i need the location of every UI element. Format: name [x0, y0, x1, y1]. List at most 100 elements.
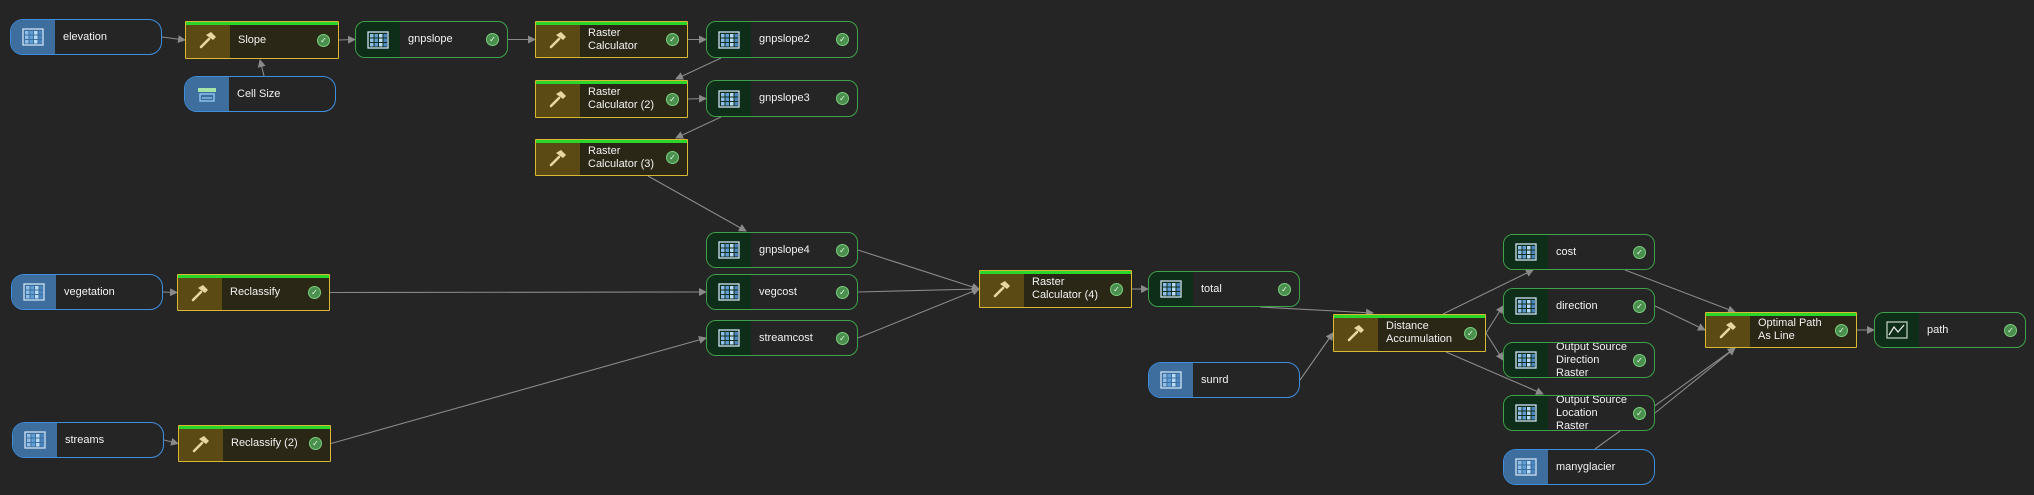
- connector-direction-to-optpath[interactable]: [1654, 305, 1706, 331]
- connector-vegetation-to-reclassify[interactable]: [162, 288, 178, 297]
- node-label: Slope: [238, 33, 267, 46]
- check-circle-icon: ✓: [1633, 353, 1646, 367]
- node-gnpslope3[interactable]: gnpslope3 ✓: [706, 80, 858, 117]
- node-label: vegetation: [64, 285, 115, 298]
- connector-cellsize-to-slope[interactable]: [257, 59, 266, 77]
- connector-distacc-to-osdr[interactable]: [1485, 332, 1504, 361]
- node-rc3[interactable]: Raster Calculator (3) ✓: [535, 139, 688, 176]
- node-label: Reclassify (2): [231, 437, 298, 449]
- node-gnpslope2[interactable]: gnpslope2 ✓: [706, 21, 858, 58]
- check-circle-icon: ✓: [836, 243, 849, 257]
- node-streamcost[interactable]: streamcost ✓: [706, 320, 858, 356]
- raster-dataset-icon: [707, 81, 751, 116]
- node-distacc[interactable]: Distance Accumulation ✓: [1333, 314, 1486, 352]
- check-circle-icon: ✓: [1835, 323, 1848, 337]
- node-osdr[interactable]: Output Source Direction Raster ✓: [1503, 342, 1655, 378]
- raster-dataset-icon: [12, 275, 56, 309]
- connector-vegcost-to-rc4[interactable]: [857, 285, 980, 294]
- node-optpath[interactable]: Optimal Path As Line ✓: [1705, 312, 1857, 348]
- connector-rc2-to-gnpslope3[interactable]: [687, 94, 707, 103]
- node-label: Output Source Location Raster: [1556, 395, 1627, 431]
- node-vegcost[interactable]: vegcost ✓: [706, 274, 858, 310]
- node-label: direction: [1556, 299, 1598, 312]
- node-vegetation[interactable]: vegetation: [11, 274, 163, 310]
- connector-oslr-to-optpath[interactable]: [1654, 347, 1736, 414]
- node-label: gnpslope2: [759, 33, 810, 45]
- node-direction[interactable]: direction ✓: [1503, 288, 1655, 324]
- connector-slope-to-gnpslope[interactable]: [338, 35, 356, 44]
- node-label: streamcost: [759, 331, 813, 344]
- check-circle-icon: ✓: [836, 285, 849, 299]
- node-cellsize[interactable]: Cell Size: [184, 76, 336, 112]
- raster-dataset-icon: [1149, 272, 1193, 306]
- node-label: Reclassify: [230, 286, 281, 298]
- node-rc1[interactable]: Raster Calculator ✓: [535, 21, 688, 58]
- connector-total-to-distacc[interactable]: [1259, 306, 1374, 317]
- connector-streams-to-reclassify2[interactable]: [163, 437, 179, 446]
- connector-sunrd-to-distacc[interactable]: [1299, 332, 1334, 381]
- node-slope[interactable]: Slope ✓: [185, 21, 339, 59]
- hammer-tool-icon: [1706, 313, 1750, 347]
- node-label: total: [1201, 282, 1222, 295]
- node-total[interactable]: total ✓: [1148, 271, 1300, 307]
- node-cost[interactable]: cost ✓: [1503, 234, 1655, 270]
- check-circle-icon: ✓: [1110, 282, 1123, 296]
- node-gnpslope4[interactable]: gnpslope4 ✓: [706, 232, 858, 268]
- node-gnpslope[interactable]: gnpslope ✓: [355, 21, 508, 58]
- node-rc2[interactable]: Raster Calculator (2) ✓: [535, 80, 688, 118]
- check-circle-icon: ✓: [1633, 245, 1646, 259]
- node-path[interactable]: path ✓: [1874, 312, 2026, 348]
- check-circle-icon: ✓: [666, 92, 679, 106]
- hammer-tool-icon: [980, 271, 1024, 307]
- hammer-tool-icon: [186, 22, 230, 58]
- check-circle-icon: ✓: [2004, 323, 2017, 337]
- polyline-feature-icon: [1875, 313, 1919, 347]
- node-label: Raster Calculator (2): [588, 86, 655, 111]
- check-circle-icon: ✓: [836, 33, 849, 46]
- node-label: Optimal Path As Line: [1758, 317, 1822, 342]
- connector-elevation-to-slope[interactable]: [161, 35, 186, 44]
- connector-distacc-to-direction[interactable]: [1485, 305, 1504, 334]
- check-circle-icon: ✓: [486, 33, 499, 46]
- node-reclassify[interactable]: Reclassify ✓: [177, 274, 330, 311]
- node-label: path: [1927, 323, 1949, 336]
- node-rc4[interactable]: Raster Calculator (4) ✓: [979, 270, 1132, 308]
- node-label: manyglacier: [1556, 460, 1616, 473]
- hammer-tool-icon: [179, 426, 223, 461]
- connector-rc3-to-gnpslope4[interactable]: [647, 175, 747, 232]
- node-reclassify2[interactable]: Reclassify (2) ✓: [178, 425, 331, 462]
- connector-streamcost-to-rc4[interactable]: [857, 287, 980, 339]
- node-label: Raster Calculator: [588, 26, 638, 52]
- node-sunrd[interactable]: sunrd: [1148, 362, 1300, 398]
- node-label: gnpslope4: [759, 243, 810, 256]
- hammer-tool-icon: [1334, 315, 1378, 351]
- model-canvas[interactable]: elevation Slope ✓ gnpslope ✓ Raster Calculato…: [0, 0, 2034, 495]
- connector-layer: [161, 35, 1875, 450]
- check-circle-icon: ✓: [666, 33, 679, 46]
- raster-dataset-icon: [707, 233, 751, 267]
- raster-dataset-icon: [13, 423, 57, 457]
- check-circle-icon: ✓: [836, 331, 849, 345]
- connector-gnpslope2-to-rc2[interactable]: [675, 57, 722, 80]
- node-manyglacier[interactable]: manyglacier: [1503, 449, 1655, 485]
- node-label: cost: [1556, 245, 1577, 258]
- raster-dataset-icon: [1504, 450, 1548, 484]
- node-streams[interactable]: streams: [12, 422, 164, 458]
- node-label: elevation: [63, 30, 108, 43]
- check-circle-icon: ✓: [308, 286, 321, 299]
- node-label: Raster Calculator (3): [588, 144, 655, 170]
- connector-reclassify2-to-streamcost[interactable]: [330, 336, 707, 445]
- node-oslr[interactable]: Output Source Location Raster ✓: [1503, 395, 1655, 431]
- hammer-tool-icon: [536, 140, 580, 175]
- raster-dataset-icon: [707, 321, 751, 355]
- check-circle-icon: ✓: [1633, 299, 1646, 313]
- node-label: sunrd: [1201, 373, 1229, 386]
- check-circle-icon: ✓: [309, 437, 322, 450]
- connector-gnpslope4-to-rc4[interactable]: [857, 249, 980, 291]
- node-elevation[interactable]: elevation: [10, 19, 162, 55]
- connector-reclassify-to-vegcost[interactable]: [329, 288, 707, 297]
- raster-dataset-icon: [356, 22, 400, 57]
- raster-dataset-icon: [1504, 396, 1548, 430]
- connector-gnpslope3-to-rc3[interactable]: [675, 116, 722, 139]
- node-label: gnpslope: [408, 33, 453, 45]
